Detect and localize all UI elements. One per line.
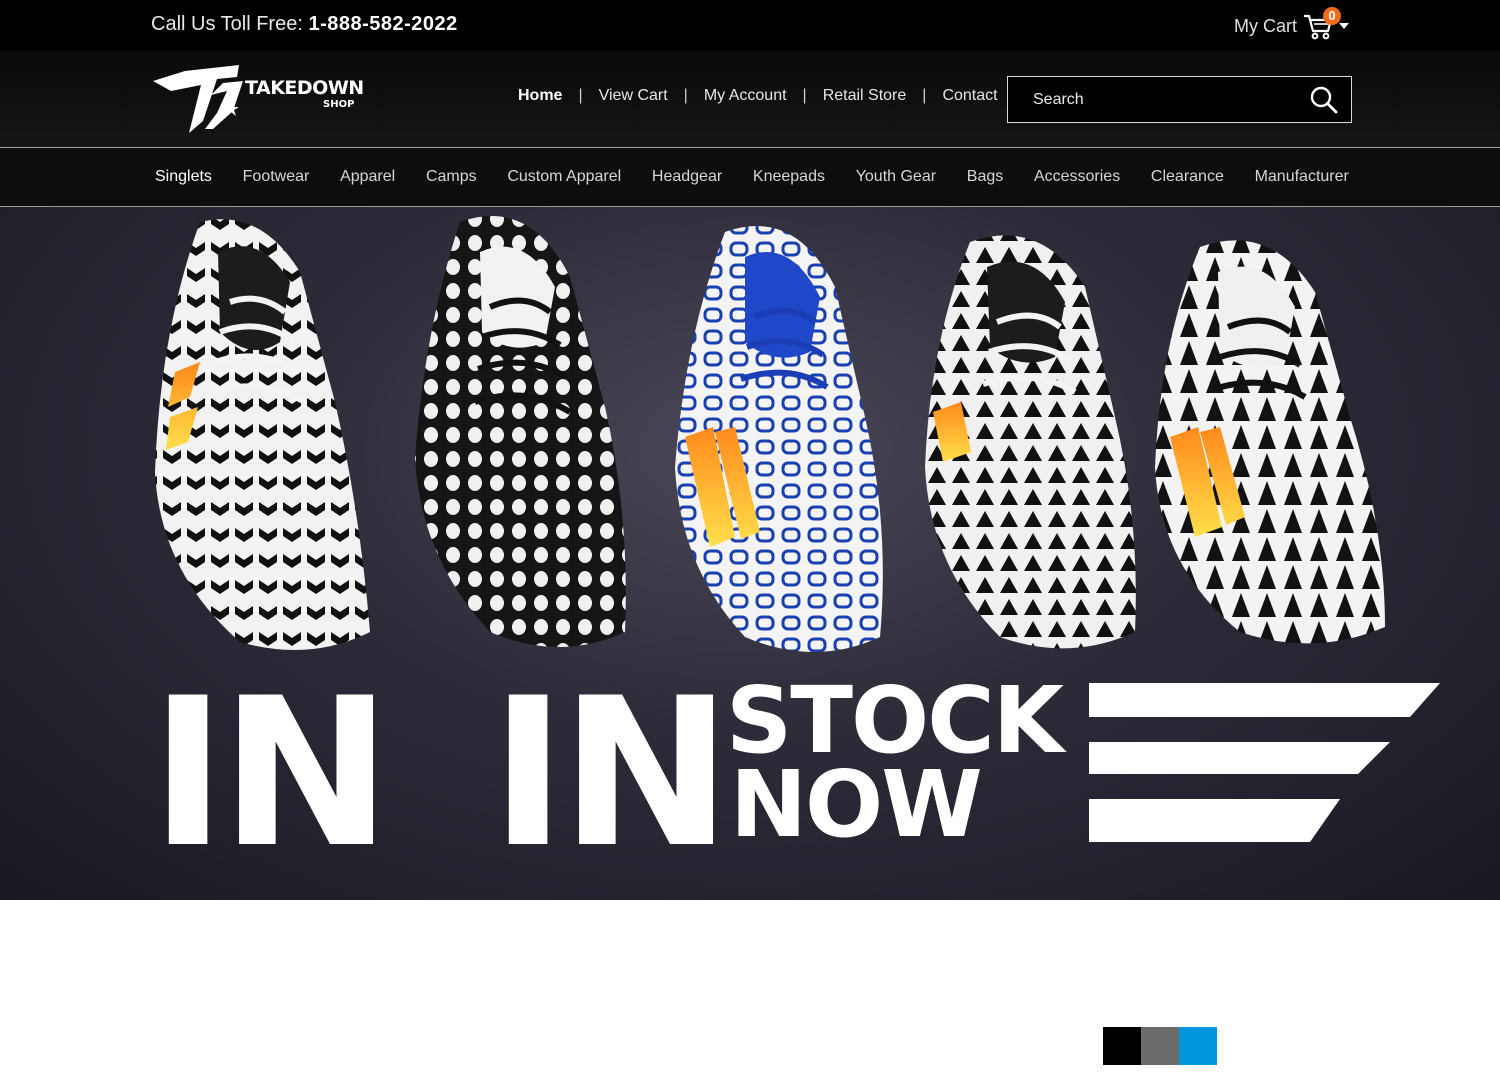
nav-home[interactable]: Home (518, 87, 562, 105)
hero-bar-3 (1089, 799, 1340, 842)
nav-my-account[interactable]: My Account (704, 87, 787, 105)
nav-contact[interactable]: Contact (942, 87, 997, 105)
category-apparel[interactable]: Apparel (340, 168, 395, 186)
shoe-5 (1155, 240, 1385, 644)
category-footwear[interactable]: Footwear (243, 168, 310, 186)
category-clearance[interactable]: Clearance (1151, 168, 1224, 186)
swatch-blue[interactable] (1179, 1027, 1217, 1065)
color-swatches (1103, 1027, 1217, 1065)
category-nav: Singlets Footwear Apparel Camps Custom A… (0, 147, 1500, 207)
main-nav: Home | View Cart | My Account | Retail S… (518, 87, 998, 105)
swatch-gray[interactable] (1141, 1027, 1179, 1065)
hero-word-in-1: IN (150, 655, 392, 893)
toll-free-phone: Call Us Toll Free: 1-888-582-2022 (151, 13, 458, 36)
phone-number[interactable]: 1-888-582-2022 (308, 13, 457, 35)
nav-separator: | (922, 87, 927, 104)
category-manufacturer[interactable]: Manufacturer (1255, 168, 1349, 186)
top-bar: Call Us Toll Free: 1-888-582-2022 My Car… (0, 0, 1500, 51)
nav-separator: | (802, 87, 807, 104)
cart-icon[interactable]: 0 (1303, 7, 1341, 41)
cart-count-badge: 0 (1323, 7, 1341, 25)
category-camps[interactable]: Camps (426, 168, 477, 186)
nav-retail-store[interactable]: Retail Store (823, 87, 907, 105)
site-header: TAKEDOWN SHOP Home | View Cart | My Acco… (0, 51, 1500, 147)
logo-text: TAKEDOWN (245, 77, 364, 99)
category-kneepads[interactable]: Kneepads (753, 168, 825, 186)
phone-label: Call Us Toll Free: (151, 13, 303, 35)
category-bags[interactable]: Bags (967, 168, 1003, 186)
cart-label: My Cart (1234, 15, 1297, 36)
hero-bar-1 (1089, 683, 1440, 717)
swatch-black[interactable] (1103, 1027, 1141, 1065)
search-box (1007, 76, 1352, 123)
shoe-4 (925, 235, 1136, 649)
hero-word-in-2: IN (490, 655, 732, 893)
logo-subtext: SHOP (323, 99, 354, 110)
my-cart-button[interactable]: My Cart 0 (1234, 7, 1349, 44)
hero-bar-2 (1089, 742, 1390, 774)
nav-view-cart[interactable]: View Cart (599, 87, 668, 105)
category-custom-apparel[interactable]: Custom Apparel (507, 168, 621, 186)
category-youth-gear[interactable]: Youth Gear (856, 168, 936, 186)
hero-word-now: NOW (730, 751, 983, 858)
nav-separator: | (683, 87, 688, 104)
takedown-shop-logo[interactable]: TAKEDOWN SHOP (151, 63, 366, 135)
nav-separator: | (578, 87, 583, 104)
search-icon[interactable] (1309, 85, 1339, 115)
category-accessories[interactable]: Accessories (1034, 168, 1120, 186)
hero-banner[interactable]: IN IN STOCK NOW (0, 207, 1500, 900)
shoe-1 (155, 219, 370, 650)
chevron-down-icon[interactable] (1339, 23, 1349, 29)
search-input[interactable] (1008, 77, 1298, 122)
category-singlets[interactable]: Singlets (155, 168, 212, 186)
shoe-2 (415, 216, 626, 648)
category-headgear[interactable]: Headgear (652, 168, 722, 186)
shoe-3 (675, 226, 883, 653)
